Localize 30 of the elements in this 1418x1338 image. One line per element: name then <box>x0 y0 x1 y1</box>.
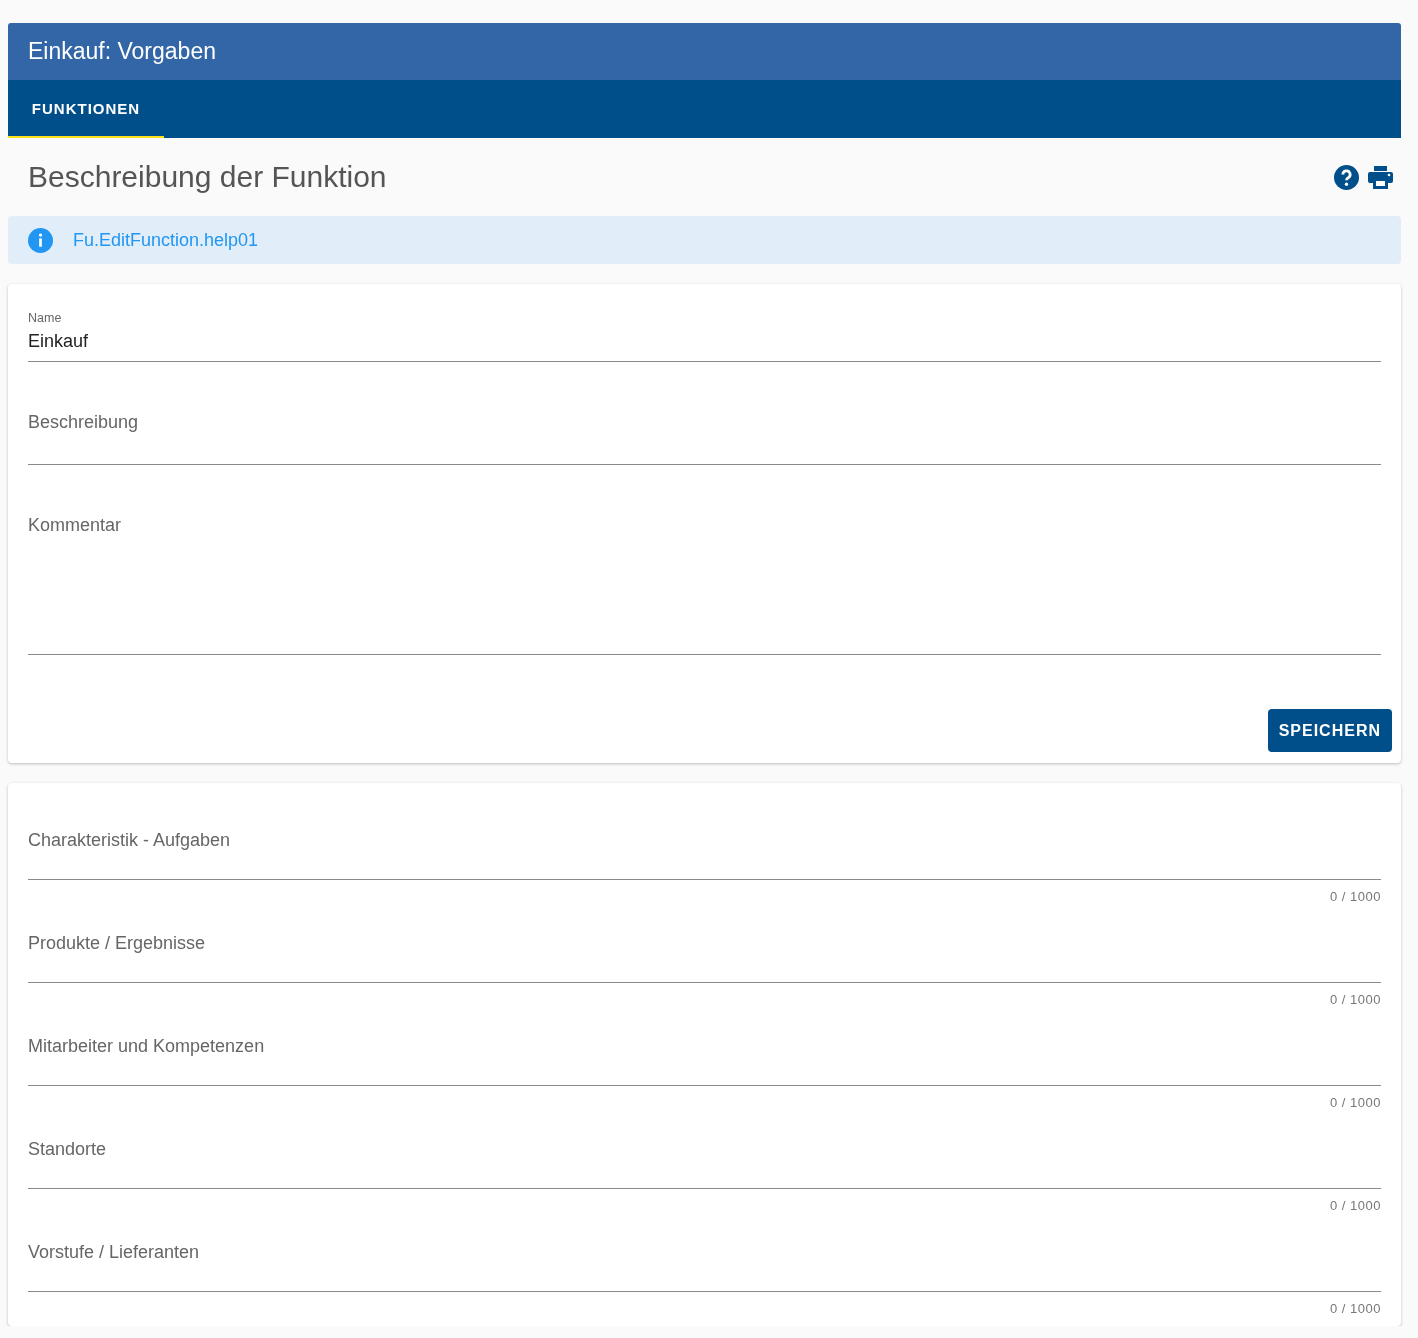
text-field[interactable]: Produkte / Ergebnisse <box>28 903 1381 983</box>
info-text: Fu.EditFunction.help01 <box>73 229 259 251</box>
field-placeholder: Produkte / Ergebnisse <box>28 933 207 954</box>
save-button[interactable]: SPEICHERN <box>1267 709 1392 752</box>
comment-textarea[interactable]: Kommentar <box>28 465 1381 655</box>
help-icon[interactable] <box>1334 164 1359 190</box>
character-counter: 0 / 1000 <box>1329 1301 1381 1315</box>
field-placeholder: Kommentar <box>28 515 123 536</box>
section-title: Beschreibung der Funktion <box>28 160 387 194</box>
print-icon[interactable] <box>1368 165 1393 189</box>
field-placeholder: Vorstufe / Lieferanten <box>28 1242 201 1263</box>
text-field[interactable]: Vorstufe / Lieferanten <box>28 1212 1381 1292</box>
field-value: Einkauf <box>28 331 90 352</box>
field-placeholder: Charakteristik - Aufgaben <box>28 830 232 851</box>
character-counter: 0 / 1000 <box>1329 992 1381 1006</box>
text-field[interactable]: Mitarbeiter und Kompetenzen <box>28 1006 1381 1086</box>
field-label: Name <box>28 311 63 325</box>
text-field[interactable]: Charakteristik - Aufgaben <box>28 783 1381 880</box>
character-counter: 0 / 1000 <box>1329 1198 1381 1212</box>
text-field[interactable]: Name Einkauf <box>28 284 1381 362</box>
info-icon <box>28 227 53 253</box>
character-counter: 0 / 1000 <box>1329 889 1381 903</box>
field-placeholder: Standorte <box>28 1139 108 1160</box>
text-field[interactable]: Beschreibung <box>28 362 1381 465</box>
page-title: Einkauf: Vorgaben <box>28 38 216 65</box>
field-placeholder: Mitarbeiter und Kompetenzen <box>28 1036 266 1057</box>
text-field[interactable]: Standorte <box>28 1109 1381 1189</box>
character-counter: 0 / 1000 <box>1329 1095 1381 1109</box>
field-placeholder: Beschreibung <box>28 412 140 433</box>
tab[interactable]: FUNKTIONEN <box>8 80 164 138</box>
